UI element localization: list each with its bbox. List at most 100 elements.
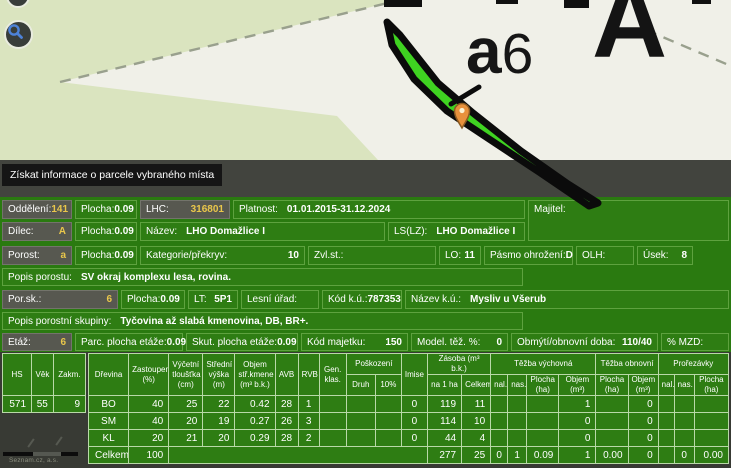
field-label: Úsek:: [643, 250, 669, 261]
field-label: Por.sk.:: [8, 294, 41, 305]
cell-tv-nal: [491, 413, 508, 430]
map-mark: [55, 436, 62, 445]
cell-zastoupeni: 40: [129, 413, 169, 430]
cell-celkem: 25: [462, 447, 491, 464]
map-canvas[interactable]: a 6 A: [0, 0, 731, 160]
cell-tv-nal: 0: [491, 447, 508, 464]
field-label: Skut. plocha etáže:: [192, 337, 277, 348]
cell-tv-nas: [508, 396, 527, 413]
field-value: D: [566, 250, 573, 261]
field-value: 0.09: [114, 204, 133, 215]
col-header-pr-nas: nas.: [674, 375, 694, 396]
stand-summary-table: HS Věk Zakm. 571 55 9: [2, 353, 86, 413]
field-lesni-urad: Lesní úřad:: [241, 290, 319, 309]
field-olh: OLH:: [576, 246, 634, 265]
cell-drevina: SM: [89, 413, 129, 430]
cell-pct10: [375, 396, 401, 413]
col-header-pr-plocha: Plocha (ha): [694, 375, 728, 396]
app-window: a 6 A Získat informace o parcele vybrané…: [0, 0, 731, 468]
cell-pr-nas: [674, 413, 694, 430]
cell-rvb: 1: [298, 396, 319, 413]
cell-drevina: KL: [89, 430, 129, 447]
map-scalebar: [3, 452, 33, 456]
map-mark: [27, 438, 34, 447]
field-label: Dílec:: [8, 226, 34, 237]
field-value: 6: [106, 294, 112, 305]
field-label: Název k.ú.:: [411, 294, 461, 305]
col-header-vek: Věk: [32, 354, 54, 396]
field-value: 0.09: [160, 294, 179, 305]
cell-tv-nal: [491, 430, 508, 447]
field-popis-skupiny: Popis porostní skupiny: Tyčovina až slab…: [2, 312, 523, 330]
cell-tv-objem: 1: [559, 447, 596, 464]
col-header-rvb: RVB: [298, 354, 319, 396]
field-pasmo: Pásmo ohrožení: D: [484, 246, 573, 265]
field-label: LT:: [194, 294, 207, 305]
cell-pr-nal: [658, 396, 674, 413]
cell-pr-nas: 0: [674, 447, 694, 464]
search-button[interactable]: [4, 20, 33, 49]
col-header-pr-nal: nal.: [658, 375, 674, 396]
search-icon: [6, 22, 25, 41]
field-label: Pásmo ohrožení:: [490, 250, 566, 261]
cell-tv-plocha: [527, 413, 559, 430]
col-header-vycetni-tloustka: Výčetní tloušťka (cm): [169, 354, 203, 396]
cell-to-plocha: [596, 430, 628, 447]
field-label: Plocha:: [81, 226, 114, 237]
field-lhc: LHC: 316801: [140, 200, 230, 219]
group-header-tezba-obnovni: Těžba obnovní: [596, 354, 658, 375]
map-scalebar: [61, 452, 78, 456]
field-nazev-ku: Název k.ú.: Mysliv u Všerub: [405, 290, 729, 309]
field-label: Parc. plocha etáže:: [81, 337, 167, 348]
cell-gen: [319, 430, 346, 447]
cell-tv-objem: 0: [559, 413, 596, 430]
field-label: Obmýtí/obnovní doba:: [517, 337, 615, 348]
field-model-tez: Model. těž. %: 0: [411, 333, 508, 351]
field-value: 0: [496, 337, 502, 348]
get-parcel-info-button[interactable]: Získat informace o parcele vybraného mís…: [2, 164, 222, 186]
field-lslz: LS(LZ): LHO Domažlice I: [388, 222, 525, 241]
cell-tv-nal: [491, 396, 508, 413]
cell-druh: [346, 430, 375, 447]
field-value: 11: [464, 250, 475, 261]
cell-imise: 0: [401, 430, 427, 447]
field-usek: Úsek: 8: [637, 246, 693, 265]
cell-zastoupeni: 20: [129, 430, 169, 447]
field-value: Tyčovina až slabá kmenovina, DB, BR+.: [120, 316, 308, 327]
col-header-tv-plocha: Plocha (ha): [527, 375, 559, 396]
field-label: Oddělení:: [8, 204, 51, 215]
field-label: Název:: [146, 226, 177, 237]
cell-objem: 0.29: [235, 430, 275, 447]
col-header-tv-objem: Objem (m³): [559, 375, 596, 396]
field-oddeleni: Oddělení: 141: [2, 200, 72, 219]
cell-avb: 28: [275, 396, 298, 413]
field-value: 0.09: [167, 337, 186, 348]
cell-objem: 0.27: [235, 413, 275, 430]
cell-pr-nal: [658, 430, 674, 447]
field-label: Model. těž. %:: [417, 337, 480, 348]
table-total-row: Celkem:10027725010.0910.00000.00: [89, 447, 729, 464]
cell-stredni: 22: [203, 396, 235, 413]
cell-celkem: 11: [462, 396, 491, 413]
stand-label-a6: a 6: [466, 20, 533, 85]
field-value: 787353: [367, 294, 400, 305]
cell-zastoupeni: 100: [129, 447, 169, 464]
cell-tv-plocha: 0.09: [527, 447, 559, 464]
map-label-fragment: [384, 0, 422, 7]
field-value: Mysliv u Všerub: [470, 294, 546, 305]
field-lo: LO: 11: [439, 246, 481, 265]
field-value: 141: [51, 204, 68, 215]
field-mzd: % MZD:: [661, 333, 729, 351]
field-popis-porostu: Popis porostu: SV okraj komplexu lesa, r…: [2, 268, 523, 286]
cell-merged-empty: [169, 447, 428, 464]
field-kod-ku: Kód k.ú.: 787353: [322, 290, 402, 309]
field-value: LHO Domažlice I: [186, 226, 265, 237]
field-label: Popis porostní skupiny:: [8, 316, 111, 327]
field-value: 0.09: [114, 226, 133, 237]
field-plocha-1: Plocha: 0.09: [75, 200, 137, 219]
cell-druh: [346, 396, 375, 413]
field-value: 5P1: [214, 294, 232, 305]
field-nazev: Název: LHO Domažlice I: [140, 222, 385, 241]
cell-tv-nas: [508, 430, 527, 447]
field-value: 01.01.2015-31.12.2024: [287, 204, 390, 215]
